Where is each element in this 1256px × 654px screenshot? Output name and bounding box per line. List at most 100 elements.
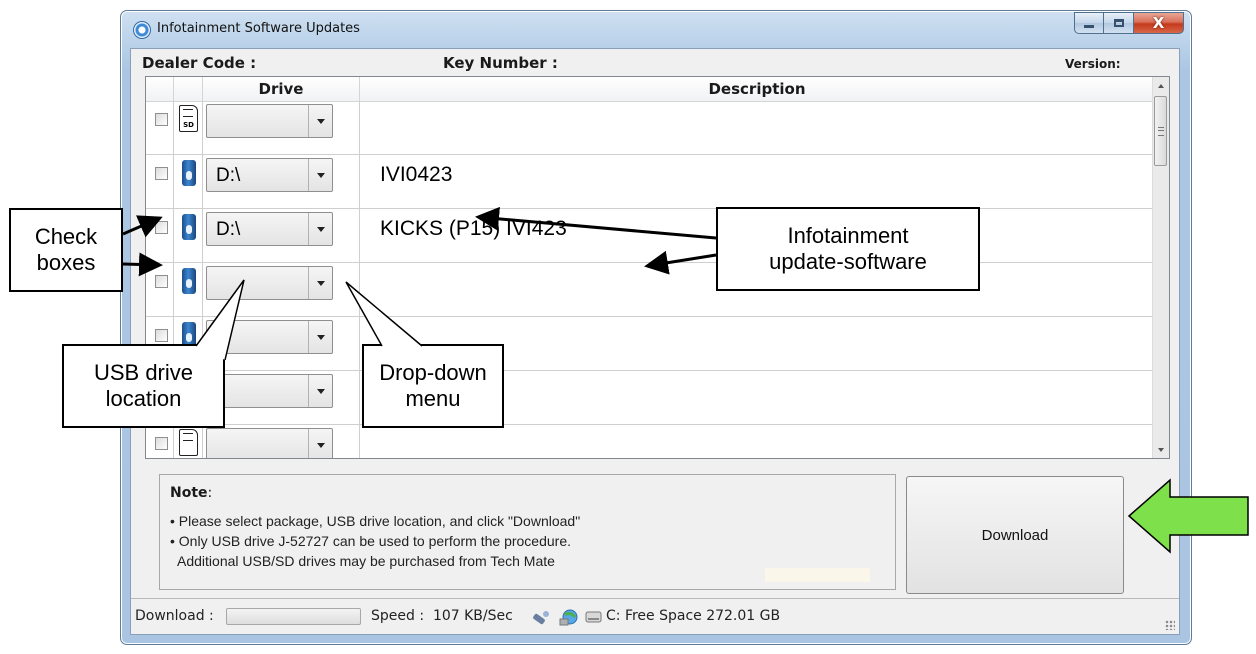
check-cell [146, 101, 174, 154]
table-row[interactable]: SD [146, 101, 1154, 155]
note-line: • Only USB drive J-52727 can be used to … [170, 533, 572, 549]
usb-drive-icon [182, 160, 196, 186]
description-text: KICKS (P15) IVI423 [380, 217, 567, 240]
scroll-up-icon [1158, 83, 1164, 88]
row-checkbox[interactable] [155, 221, 168, 234]
note-title-text: Note [170, 485, 208, 501]
drive-dropdown[interactable]: D:\ [206, 212, 333, 246]
dropdown-arrow-icon[interactable] [308, 159, 332, 191]
scroll-up-button[interactable] [1153, 77, 1169, 94]
icon-cell: SD [174, 101, 203, 154]
icon-cell [174, 425, 203, 458]
check-cell [146, 155, 174, 208]
speed-text: Speed : 107 KB/Sec [371, 608, 513, 624]
table-row[interactable] [146, 317, 1154, 371]
redacted-area [765, 568, 870, 582]
resize-grip[interactable] [1165, 620, 1175, 630]
sd-card-icon [179, 429, 198, 456]
close-button[interactable]: X [1134, 12, 1184, 34]
drive-dropdown[interactable] [206, 320, 333, 354]
column-header-check [146, 77, 174, 101]
window-title: Infotainment Software Updates [157, 21, 360, 36]
dropdown-arrow-icon[interactable] [308, 105, 332, 137]
callout-line: menu [405, 386, 461, 411]
dropdown-arrow-icon[interactable] [308, 321, 332, 353]
download-progress-bar [226, 608, 361, 625]
free-space-text: C: Free Space 272.01 GB [606, 608, 781, 624]
title-bar[interactable]: Infotainment Software Updates X [121, 11, 1191, 47]
table-row[interactable] [146, 263, 1154, 317]
client-area: Dealer Code : Key Number : Version: Driv… [130, 48, 1180, 635]
note-line: • Please select package, USB drive locat… [170, 513, 581, 529]
callout-line: boxes [36, 250, 96, 275]
scroll-down-icon [1158, 447, 1164, 452]
callout-line: Drop-down [379, 360, 487, 385]
dropdown-arrow-icon[interactable] [308, 375, 332, 407]
key-number-label: Key Number : [443, 54, 558, 72]
drive-cell: D:\ [203, 209, 360, 262]
drive-cell [203, 101, 360, 154]
row-checkbox[interactable] [155, 113, 168, 126]
drive-dropdown[interactable] [206, 374, 333, 408]
drive-dropdown[interactable] [206, 104, 333, 138]
usb-drive-icon [182, 268, 196, 294]
table-row[interactable]: D:\ KICKS (P15) IVI423 [146, 209, 1154, 263]
infotainment-callout: Infotainment update-software [716, 207, 980, 291]
description-text: IVI0423 [380, 163, 453, 186]
drive-dropdown[interactable]: D:\ [206, 158, 333, 192]
column-header-description[interactable]: Description [360, 77, 1154, 101]
status-bar: Download : Speed : 107 KB/Sec C: Free Sp… [131, 598, 1179, 634]
note-line: Additional USB/SD drives may be purchase… [170, 553, 555, 569]
vertical-scrollbar[interactable] [1152, 77, 1169, 458]
column-header-icon [174, 77, 203, 101]
table-row[interactable] [146, 425, 1154, 458]
scroll-thumb[interactable] [1154, 96, 1167, 166]
dropdown-arrow-icon[interactable] [308, 267, 332, 299]
scroll-down-button[interactable] [1153, 441, 1169, 458]
grid-header: Drive Description [146, 77, 1154, 102]
download-status-label: Download : [135, 608, 214, 624]
dropdown-arrow-icon[interactable] [308, 213, 332, 245]
description-cell [360, 425, 1154, 458]
description-cell [360, 101, 1154, 154]
dropdown-arrow-icon[interactable] [308, 429, 332, 458]
minimize-icon [1084, 24, 1094, 28]
drive-dropdown[interactable] [206, 428, 333, 458]
icon-cell [174, 155, 203, 208]
check-boxes-callout: Check boxes [9, 208, 123, 292]
maximize-button[interactable] [1104, 12, 1134, 34]
icon-cell [174, 209, 203, 262]
row-checkbox[interactable] [155, 437, 168, 450]
row-checkbox[interactable] [155, 329, 168, 342]
hard-drive-icon [585, 611, 602, 623]
sd-card-label: SD [183, 121, 194, 129]
callout-line: location [105, 386, 182, 411]
table-row[interactable]: D:\ IVI0423 [146, 155, 1154, 209]
row-checkbox[interactable] [155, 167, 168, 180]
row-checkbox[interactable] [155, 275, 168, 288]
download-button[interactable]: Download [906, 476, 1124, 594]
drive-cell [203, 425, 360, 458]
drive-cell [203, 317, 360, 370]
check-cell [146, 425, 174, 458]
minimize-button[interactable] [1074, 12, 1104, 34]
check-cell [146, 263, 174, 316]
sd-card-icon: SD [179, 105, 198, 132]
column-header-drive[interactable]: Drive [203, 77, 360, 101]
note-title-colon: : [207, 485, 213, 501]
table-row[interactable] [146, 371, 1154, 425]
network-icon [533, 611, 549, 625]
app-window: Infotainment Software Updates X Dealer C… [120, 10, 1192, 645]
dealer-code-label: Dealer Code : [142, 54, 257, 72]
drive-dropdown[interactable] [206, 266, 333, 300]
usb-drive-icon [182, 214, 196, 240]
check-cell [146, 209, 174, 262]
icon-cell [174, 263, 203, 316]
note-title: Note: [170, 485, 212, 501]
globe-icon [559, 609, 578, 626]
caption-buttons: X [1074, 12, 1184, 36]
drive-value: D:\ [216, 165, 241, 186]
package-grid: Drive Description SD D:\ IVI0423 D:\ KIC… [145, 76, 1170, 459]
drop-down-menu-callout: Drop-down menu [362, 344, 504, 428]
callout-line: update-software [769, 249, 927, 274]
